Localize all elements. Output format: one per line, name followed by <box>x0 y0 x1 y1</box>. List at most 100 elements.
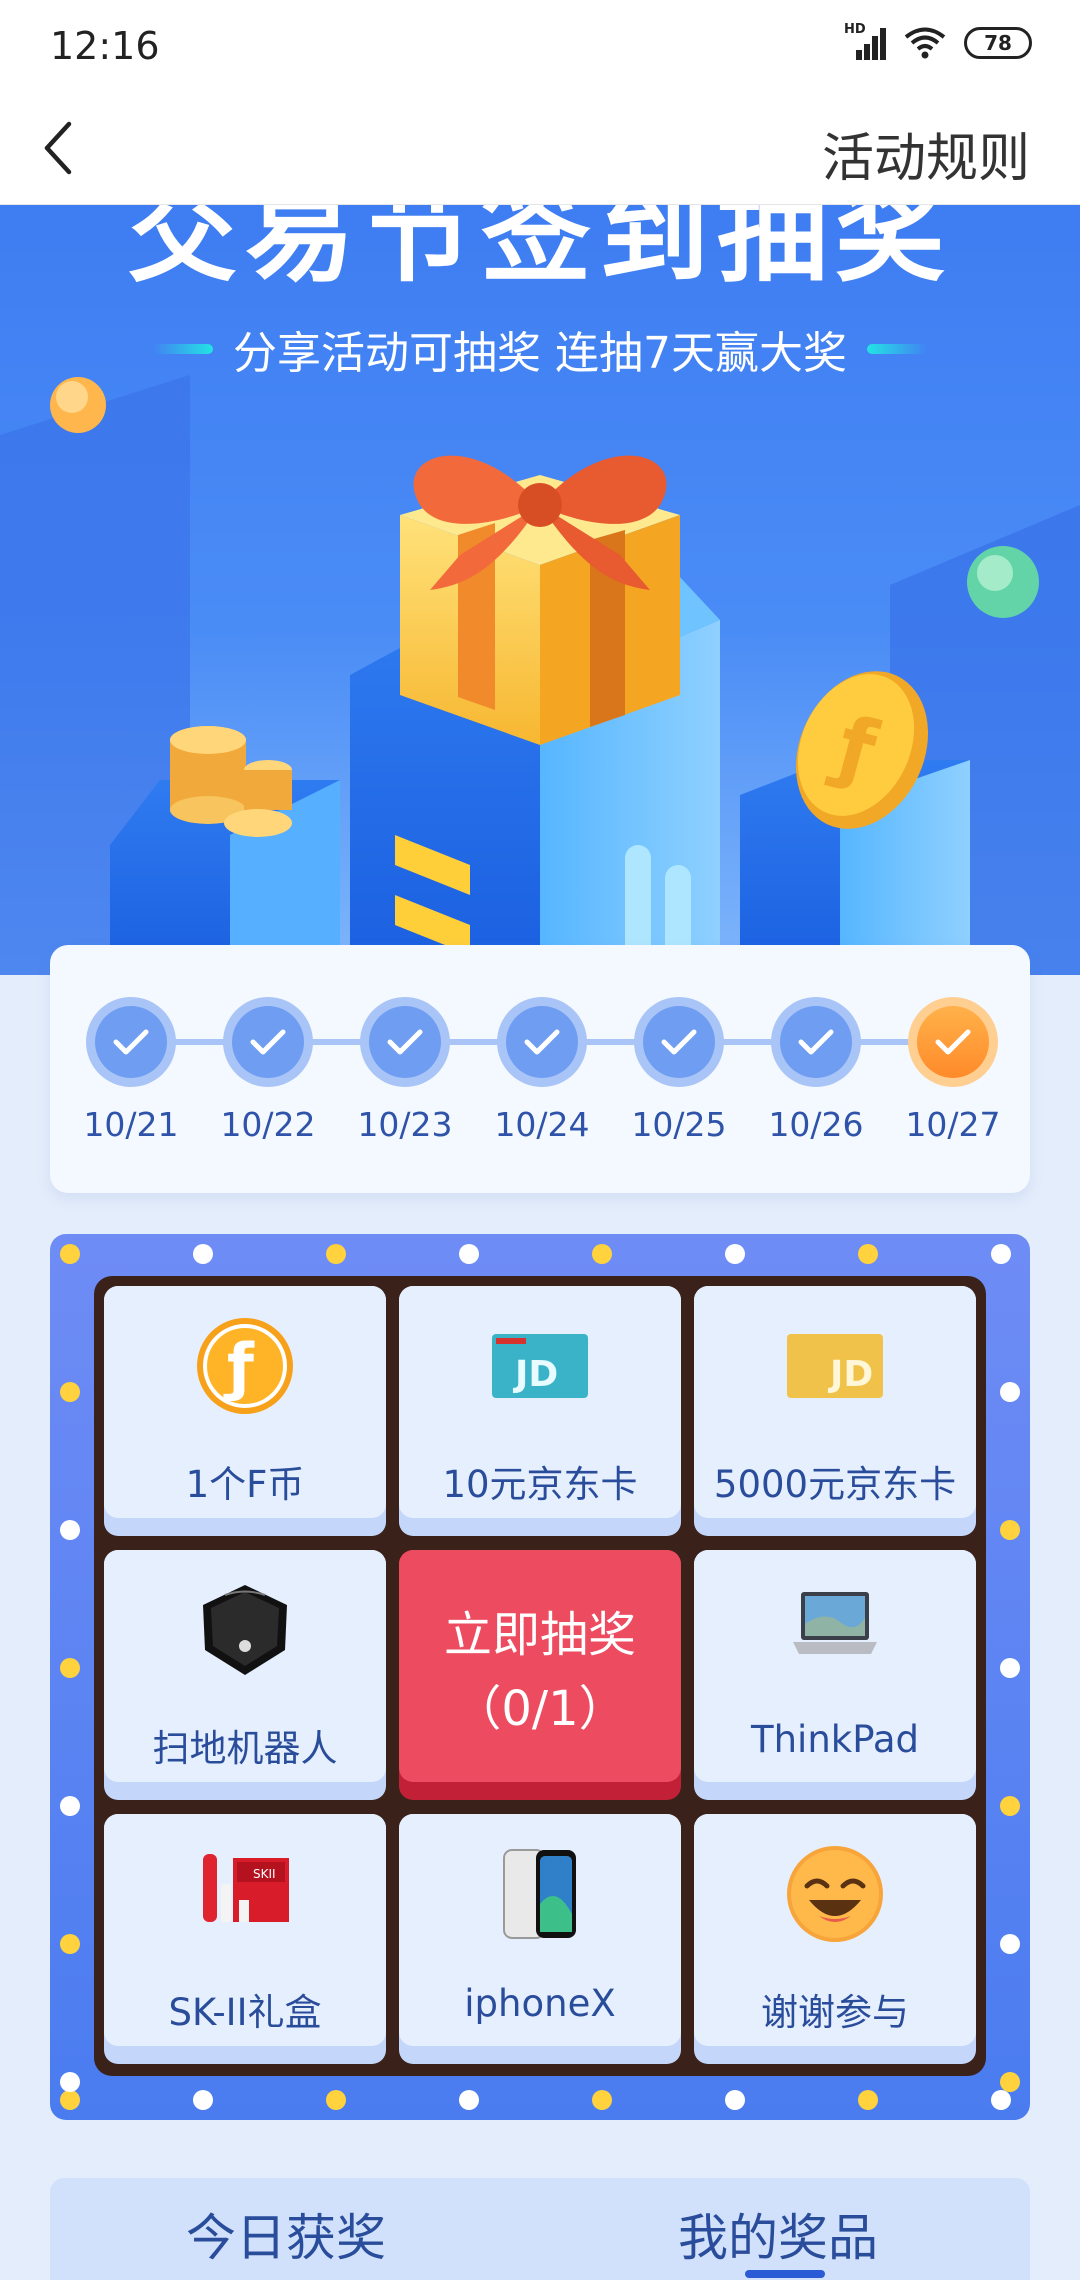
prize-cell: 谢谢参与 <box>694 1814 976 2064</box>
checkin-card: 10/21 10/22 10/23 10/24 10/25 10/26 10/27 <box>50 945 1030 1193</box>
tab-my-prizes[interactable]: 我的奖品 <box>678 2198 878 2270</box>
board-light <box>991 2090 1011 2110</box>
tab-active-indicator <box>745 2270 825 2278</box>
board-light <box>991 1244 1011 1264</box>
tab-today-winners[interactable]: 今日获奖 <box>186 2198 386 2270</box>
prize-cell: SKII SK-II礼盒 <box>104 1814 386 2064</box>
board-light <box>1000 1934 1020 1954</box>
board-light <box>1000 1382 1020 1402</box>
checkin-date-label: 10/25 <box>631 1105 727 1144</box>
checkin-circle <box>771 997 861 1087</box>
battery-level: 78 <box>984 31 1012 55</box>
checkin-day: 10/22 <box>208 997 328 1144</box>
board-light <box>60 2072 80 2092</box>
f-coin-icon: ƒ <box>197 1318 293 1414</box>
svg-text:SKII: SKII <box>253 1867 276 1881</box>
prize-cell: JD 10元京东卡 <box>399 1286 681 1536</box>
draw-button[interactable]: 立即抽奖 （0/1） <box>399 1550 681 1800</box>
banner: ƒ 交易节签到抽奖 分享活动可抽奖 连抽7天赢大奖 <box>0 205 1080 975</box>
hd-label: HD <box>844 22 866 37</box>
board-light <box>326 1244 346 1264</box>
prize-cell: ƒ 1个F币 <box>104 1286 386 1536</box>
smiley-icon <box>787 1846 883 1942</box>
board-light <box>193 2090 213 2110</box>
checkin-day: 10/23 <box>345 997 465 1144</box>
status-bar: 12:16 HD 78 <box>0 0 1080 90</box>
check-icon <box>661 1029 697 1055</box>
back-button[interactable] <box>24 108 94 188</box>
prize-label: SK-II礼盒 <box>168 1991 322 2034</box>
checkin-circle <box>908 997 998 1087</box>
chevron-left-icon <box>44 121 72 175</box>
subtitle-dash-right <box>866 344 927 354</box>
subtitle-dash-left <box>153 344 213 354</box>
checkin-date-label: 10/23 <box>357 1105 453 1144</box>
laptop-icon <box>793 1592 877 1654</box>
svg-text:ƒ: ƒ <box>223 1330 255 1403</box>
jd-card-gold-icon: JD <box>787 1334 883 1398</box>
prize-cell: 扫地机器人 <box>104 1550 386 1800</box>
check-icon <box>250 1029 286 1055</box>
checkin-day: 10/24 <box>482 997 602 1144</box>
battery-icon: 78 <box>964 27 1032 59</box>
prize-label: ThinkPad <box>750 1718 920 1761</box>
draw-count: （0/1） <box>453 1681 627 1737</box>
checkin-day: 10/27 <box>893 997 1013 1144</box>
board-light <box>1000 1658 1020 1678</box>
checkin-day: 10/26 <box>756 997 876 1144</box>
board-light <box>326 2090 346 2110</box>
board-light <box>1000 1520 1020 1540</box>
board-light <box>60 1658 80 1678</box>
check-icon <box>798 1029 834 1055</box>
board-light <box>60 1520 80 1540</box>
prize-label: iphoneX <box>464 1982 616 2025</box>
check-icon <box>387 1029 423 1055</box>
board-light <box>459 2090 479 2110</box>
checkin-circle <box>223 997 313 1087</box>
board-light <box>1000 1796 1020 1816</box>
prize-tabs: 今日获奖 我的奖品 <box>50 2178 1030 2280</box>
board-light <box>60 2090 80 2110</box>
check-icon <box>935 1029 971 1055</box>
phone-icon <box>503 1849 576 1939</box>
board-light <box>592 2090 612 2110</box>
board-light <box>60 1382 80 1402</box>
board-light <box>858 1244 878 1264</box>
prize-cell: JD 5000元京东卡 <box>694 1286 976 1536</box>
board-light <box>858 2090 878 2110</box>
rules-link[interactable]: 活动规则 <box>822 116 1030 191</box>
checkin-date-label: 10/24 <box>494 1105 590 1144</box>
board-light <box>60 1796 80 1816</box>
board-light <box>60 1934 80 1954</box>
checkin-date-label: 10/26 <box>768 1105 864 1144</box>
checkin-date-label: 10/21 <box>83 1105 179 1144</box>
board-light <box>725 2090 745 2110</box>
checkin-circle <box>497 997 587 1087</box>
nav-bar: 活动规则 <box>0 90 1080 205</box>
prize-cell: iphoneX <box>399 1814 681 2064</box>
board-light <box>60 1244 80 1264</box>
draw-button-label: 立即抽奖 <box>443 1607 636 1663</box>
jd-card-blue-icon: JD <box>492 1334 588 1398</box>
board-light <box>193 1244 213 1264</box>
draw-button-text: 立即抽奖 （0/1） <box>399 1598 681 1746</box>
signal-icon: HD <box>844 22 886 60</box>
checkin-date-label: 10/22 <box>220 1105 316 1144</box>
prize-label: 5000元京东卡 <box>713 1463 957 1506</box>
checkin-circle <box>634 997 724 1087</box>
banner-subtitle-text: 分享活动可抽奖 连抽7天赢大奖 <box>233 328 847 379</box>
prize-label: 10元京东卡 <box>442 1463 638 1506</box>
banner-title: 交易节签到抽奖 <box>127 205 953 297</box>
prize-label: 1个F币 <box>185 1463 305 1506</box>
board-light <box>725 1244 745 1264</box>
lottery-board: ƒ 1个F币 JD 10元京东卡 JD 5000元京东卡 扫地机器人 立即抽奖 … <box>50 1234 1030 2120</box>
check-icon <box>113 1029 149 1055</box>
status-time: 12:16 <box>50 24 160 68</box>
board-light <box>459 1244 479 1264</box>
wifi-icon <box>904 27 946 59</box>
check-icon <box>524 1029 560 1055</box>
prize-cell: ThinkPad <box>694 1550 976 1800</box>
board-light <box>1000 2072 1020 2092</box>
svg-text:JD: JD <box>512 1354 558 1395</box>
checkin-date-label: 10/27 <box>905 1105 1001 1144</box>
